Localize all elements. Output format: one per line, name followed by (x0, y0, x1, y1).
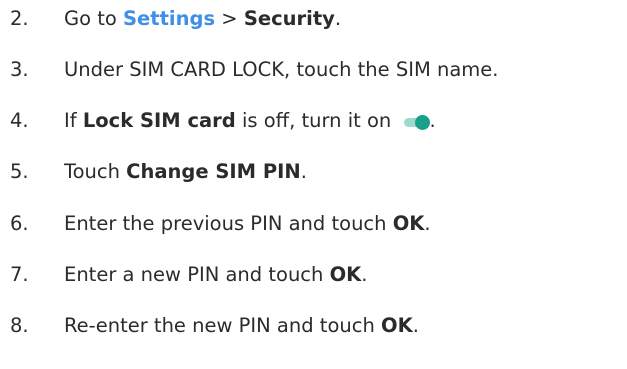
change-sim-pin-label: Change SIM PIN (126, 160, 301, 183)
step-number: 5. (10, 160, 29, 183)
step-text-segment: . (361, 263, 368, 286)
step-3: 3. Under SIM CARD LOCK, touch the SIM na… (0, 57, 498, 83)
step-7: 7. Enter a new PIN and touch OK. (0, 262, 367, 288)
step-text-segment: > (215, 7, 244, 30)
ok-label: OK (392, 212, 425, 235)
step-text-segment: Go to (64, 7, 124, 30)
step-text-segment: . (429, 109, 436, 132)
step-number: 6. (10, 212, 29, 235)
step-text-segment: . (300, 160, 307, 183)
step-text-segment: If (64, 109, 83, 132)
ok-label: OK (381, 314, 413, 337)
step-text-segment: Enter a new PIN and touch (64, 263, 330, 286)
step-8: 8. Re-enter the new PIN and touch OK. (0, 313, 419, 339)
security-label: Security (243, 7, 335, 30)
settings-link[interactable]: Settings (123, 7, 215, 30)
step-text-segment: . (412, 314, 419, 337)
step-text-segment: Enter the previous PIN and touch (64, 212, 393, 235)
step-text: Under SIM CARD LOCK, touch the SIM name. (64, 58, 499, 81)
step-5: 5. Touch Change SIM PIN. (0, 159, 307, 185)
step-text: If Lock SIM card is off, turn it on . (64, 108, 436, 134)
step-text: Go to Settings > Security. (64, 6, 341, 32)
step-text: Enter the previous PIN and touch OK. (64, 211, 431, 237)
step-text-segment: . (424, 212, 431, 235)
step-text: Re-enter the new PIN and touch OK. (64, 313, 419, 339)
ok-label: OK (329, 263, 362, 286)
step-text-segment: Re-enter the new PIN and touch (64, 314, 382, 337)
step-number: 7. (10, 263, 29, 286)
step-text: Enter a new PIN and touch OK. (64, 262, 367, 288)
step-number: 2. (10, 7, 29, 30)
step-text-segment: Touch (64, 160, 127, 183)
step-4: 4. If Lock SIM card is off, turn it on . (0, 108, 436, 134)
step-number: 3. (10, 58, 29, 81)
toggle-thumb (414, 114, 430, 130)
step-6: 6. Enter the previous PIN and touch OK. (0, 211, 431, 237)
step-2: 2. Go to Settings > Security. (0, 6, 341, 32)
step-number: 4. (10, 109, 29, 132)
instruction-steps: 2. Go to Settings > Security. 3. Under S… (0, 0, 627, 369)
step-text: Touch Change SIM PIN. (64, 159, 307, 185)
step-text-segment: . (334, 7, 342, 30)
step-number: 8. (10, 314, 29, 337)
lock-sim-card-label: Lock SIM card (82, 109, 236, 132)
toggle-on-icon (403, 114, 430, 130)
step-text-segment: is off, turn it on (235, 109, 398, 132)
